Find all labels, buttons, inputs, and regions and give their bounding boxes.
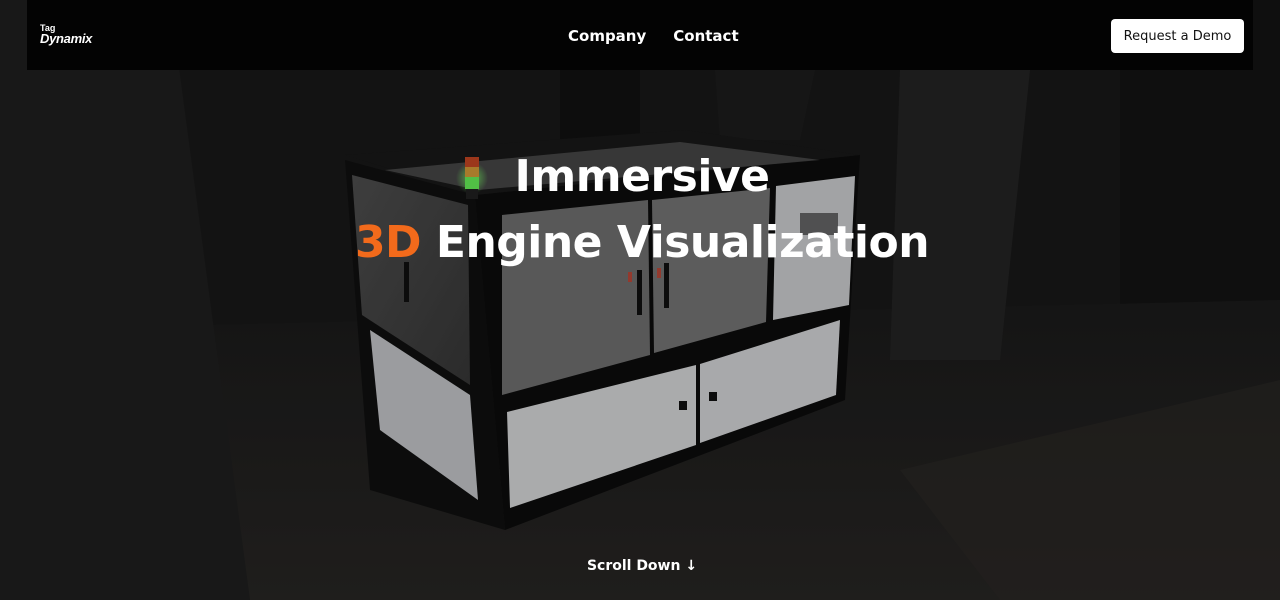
nav-link-contact[interactable]: Contact	[673, 26, 738, 46]
logo-main-text: Dynamix	[40, 31, 93, 46]
brand-logo[interactable]: Tag Dynamix	[40, 23, 110, 49]
request-demo-button[interactable]: Request a Demo	[1111, 19, 1244, 53]
machine-enclosure-render	[0, 0, 1280, 600]
scroll-down-link[interactable]: Scroll Down ↓	[0, 556, 1280, 576]
nav-links: Company Contact	[568, 26, 739, 46]
nav-link-company[interactable]: Company	[568, 26, 646, 46]
hero-line-1: Immersive	[514, 151, 770, 202]
hero-line-2: 3D Engine Visualization	[0, 210, 1280, 276]
hero-background-scene	[0, 0, 1280, 600]
hero-accent-3d: 3D	[354, 217, 422, 268]
top-navbar: Tag Dynamix Company Contact Request a De…	[27, 0, 1253, 70]
hero-headline: Immersive 3D Engine Visualization	[0, 144, 1280, 276]
hero-line-2-rest: Engine Visualization	[421, 217, 930, 268]
